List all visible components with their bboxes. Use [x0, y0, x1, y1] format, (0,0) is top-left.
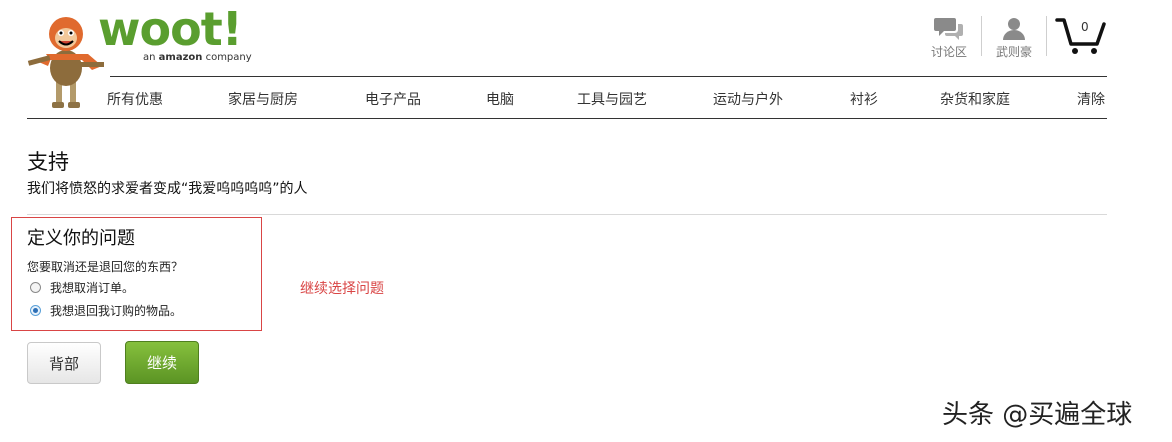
nav-home-kitchen[interactable]: 家居与厨房: [228, 89, 298, 109]
amazon-company-tagline: an amazon company: [143, 52, 252, 63]
nav-top-border: [110, 76, 1107, 77]
page-subtitle: 我们将愤怒的求爱者变成“我爱呜呜呜呜”的人: [27, 181, 308, 197]
forums-label: 讨论区: [930, 45, 967, 59]
annotation-text: 继续选择问题: [300, 281, 384, 297]
woot-logo-wordmark[interactable]: woot!: [98, 2, 243, 56]
tagline-suffix: company: [205, 52, 252, 63]
radio-return-item[interactable]: [30, 305, 41, 316]
section-divider: [27, 214, 1107, 215]
question-title: 定义你的问题: [27, 228, 135, 249]
page-title: 支持: [27, 150, 69, 174]
nav-clearance[interactable]: 清除: [1077, 89, 1105, 109]
nav-shirts[interactable]: 衬衫: [850, 89, 878, 109]
user-icon: [1003, 18, 1025, 40]
watermark: 头条 @买遍全球: [942, 400, 1133, 430]
header-divider: [1046, 16, 1047, 56]
account-link[interactable]: 武则豪: [993, 16, 1035, 60]
nav-grocery-household[interactable]: 杂货和家庭: [940, 89, 1010, 109]
cart-count: 0: [1081, 20, 1089, 34]
question-prompt: 您要取消还是退回您的东西？: [27, 260, 184, 274]
nav-computers[interactable]: 电脑: [486, 89, 514, 109]
nav-tools-garden[interactable]: 工具与园艺: [577, 89, 647, 109]
back-button[interactable]: 背部: [27, 342, 101, 384]
option-cancel-order[interactable]: 我想取消订单。: [30, 279, 134, 296]
forums-link[interactable]: 讨论区: [928, 16, 970, 60]
nav-electronics[interactable]: 电子产品: [365, 89, 421, 109]
nav-all-deals[interactable]: 所有优惠: [107, 89, 163, 109]
chat-bubbles-icon: [934, 18, 963, 40]
radio-cancel-order[interactable]: [30, 282, 41, 293]
option-label: 我想取消订单。: [50, 281, 135, 295]
option-return-item[interactable]: 我想退回我订购的物品。: [30, 302, 182, 319]
continue-button[interactable]: 继续: [125, 341, 199, 384]
account-label: 武则豪: [995, 45, 1032, 59]
header-divider: [981, 16, 982, 56]
option-label: 我想退回我订购的物品。: [50, 304, 183, 318]
tagline-brand: amazon: [158, 52, 203, 63]
nav-bottom-border: [27, 118, 1107, 119]
nav-sports-outdoors[interactable]: 运动与户外: [713, 89, 783, 109]
tagline-prefix: an: [143, 52, 156, 63]
